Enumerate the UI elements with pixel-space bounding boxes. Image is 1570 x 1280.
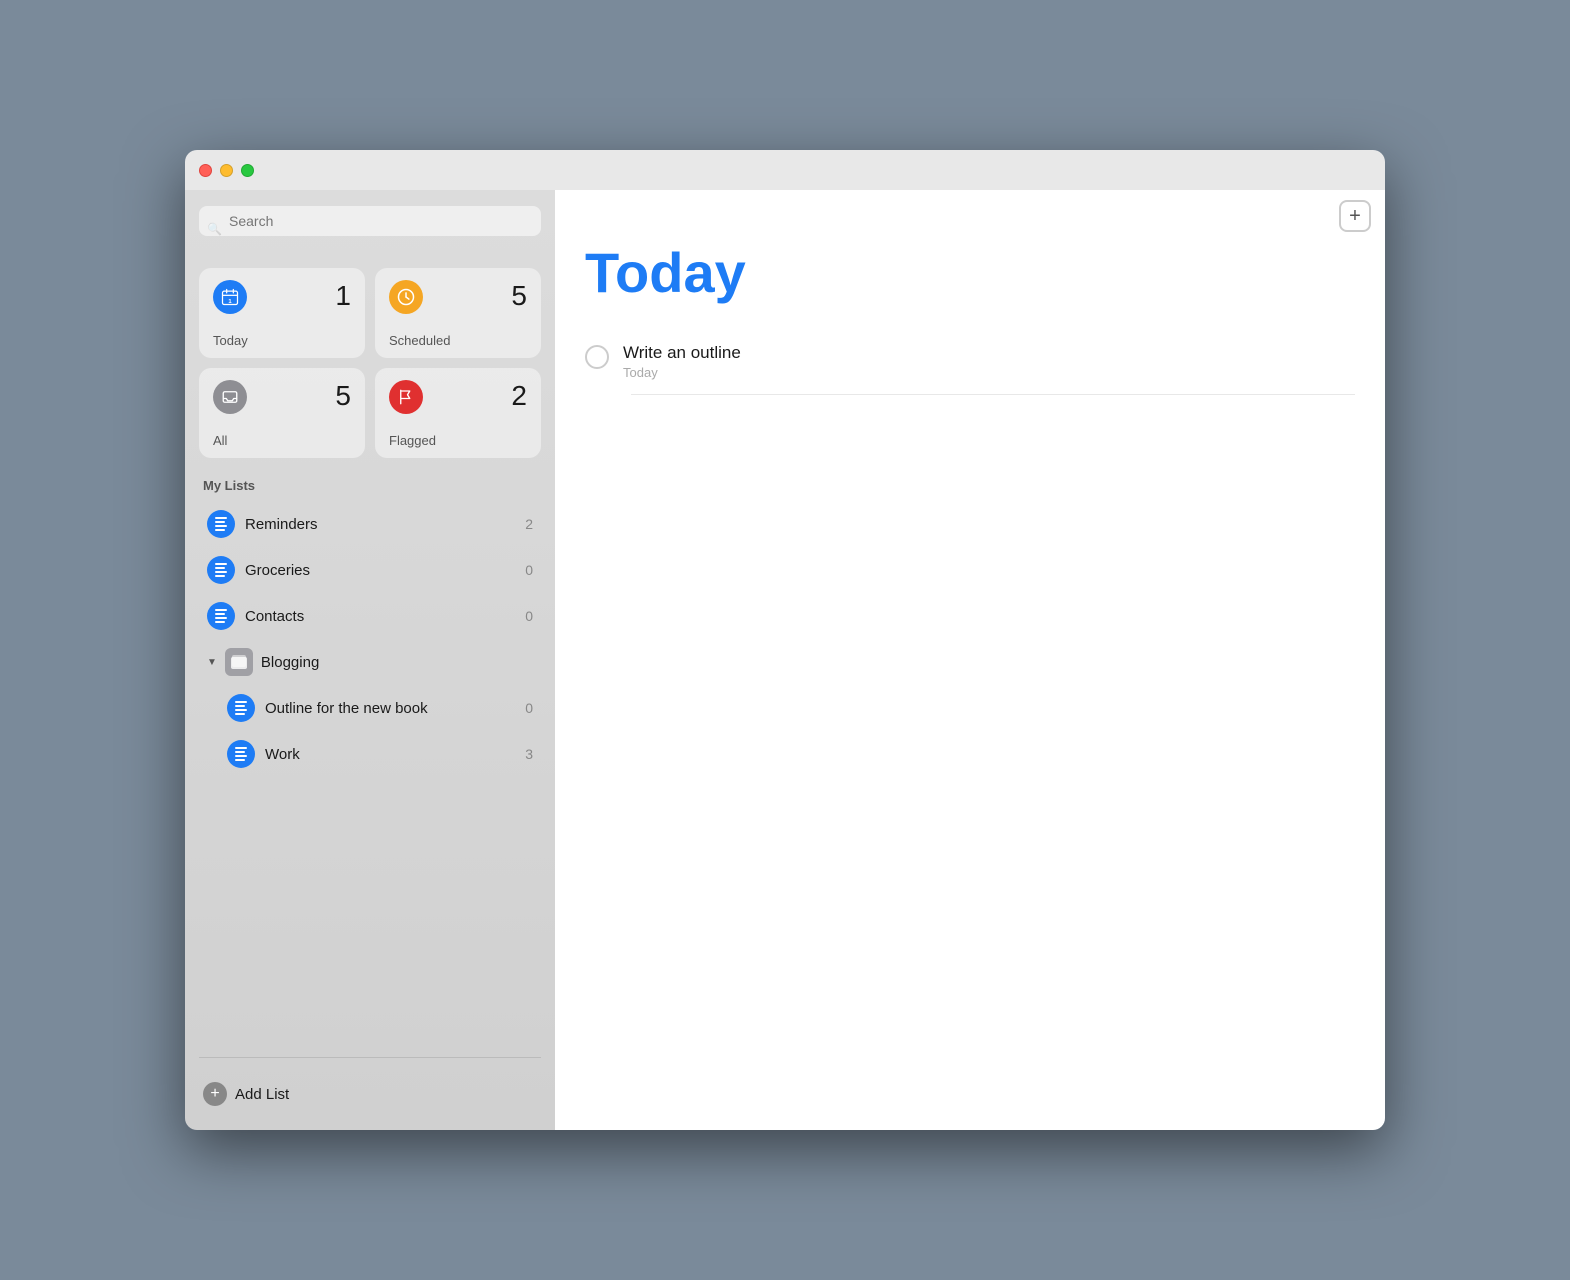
minimize-button[interactable] [220,164,233,177]
add-list-icon: + [203,1082,227,1106]
blogging-group-name: Blogging [261,654,319,671]
smart-card-all[interactable]: 5 All [199,368,365,458]
content-area: 1 1 Today [185,190,1385,1130]
close-button[interactable] [199,164,212,177]
add-list-label: Add List [235,1086,289,1103]
smart-card-flagged-top: 2 [389,380,527,414]
scheduled-count: 5 [511,280,527,312]
reminders-name: Reminders [245,516,515,533]
my-lists-header: My Lists [199,478,541,493]
contacts-name: Contacts [245,608,515,625]
search-wrapper [199,206,541,252]
maximize-button[interactable] [241,164,254,177]
add-list-button[interactable]: + Add List [199,1074,541,1114]
outline-name: Outline for the new book [265,700,515,717]
search-input[interactable] [199,206,541,236]
task-info-0: Write an outline Today [623,343,1355,380]
reminders-count: 2 [525,516,533,532]
sidebar-item-contacts[interactable]: Contacts 0 [199,593,541,639]
main-header: + [1339,200,1371,232]
scheduled-label: Scheduled [389,333,527,348]
scheduled-icon [389,280,423,314]
smart-card-all-top: 5 [213,380,351,414]
contacts-list-icon [207,602,235,630]
sidebar-item-groceries[interactable]: Groceries 0 [199,547,541,593]
task-sub-0: Today [623,365,1355,380]
flagged-label: Flagged [389,433,527,448]
titlebar [185,150,1385,190]
task-divider [631,394,1355,395]
today-count: 1 [335,280,351,312]
contacts-count: 0 [525,608,533,624]
today-label: Today [213,333,351,348]
blogging-group-icon [225,648,253,676]
work-name: Work [265,746,515,763]
all-label: All [213,433,351,448]
outline-count: 0 [525,700,533,716]
task-checkbox-0[interactable] [585,345,609,369]
sidebar-item-outline[interactable]: Outline for the new book 0 [219,685,541,731]
list-lines [212,517,230,531]
reminders-list-icon [207,510,235,538]
flagged-count: 2 [511,380,527,412]
list-lines [212,563,230,577]
today-icon: 1 [213,280,247,314]
list-lines [212,609,230,623]
groceries-list-icon [207,556,235,584]
main-panel: + Today Write an outline Today [555,190,1385,1130]
list-lines [232,747,250,761]
list-lines [232,701,250,715]
all-count: 5 [335,380,351,412]
work-count: 3 [525,746,533,762]
page-title: Today [585,240,1355,305]
task-item-0: Write an outline Today [585,329,1355,394]
smart-card-today[interactable]: 1 1 Today [199,268,365,358]
work-list-icon [227,740,255,768]
main-window: 1 1 Today [185,150,1385,1130]
blogging-children: Outline for the new book 0 Work 3 [199,685,541,777]
sidebar-item-blogging-group[interactable]: ▼ Blogging [199,639,541,685]
plus-icon: + [1349,205,1361,228]
smart-card-scheduled[interactable]: 5 Scheduled [375,268,541,358]
sidebar: 1 1 Today [185,190,555,1130]
all-icon [213,380,247,414]
sidebar-item-work[interactable]: Work 3 [219,731,541,777]
flagged-icon [389,380,423,414]
chevron-down-icon: ▼ [207,657,217,668]
sidebar-footer: + Add List [199,1057,541,1130]
sidebar-item-reminders[interactable]: Reminders 2 [199,501,541,547]
add-task-button[interactable]: + [1339,200,1371,232]
groceries-name: Groceries [245,562,515,579]
smart-card-today-top: 1 1 [213,280,351,314]
smart-card-flagged[interactable]: 2 Flagged [375,368,541,458]
outline-list-icon [227,694,255,722]
smart-lists-grid: 1 1 Today [199,268,541,458]
groceries-count: 0 [525,562,533,578]
task-name-0: Write an outline [623,343,1355,363]
smart-card-scheduled-top: 5 [389,280,527,314]
